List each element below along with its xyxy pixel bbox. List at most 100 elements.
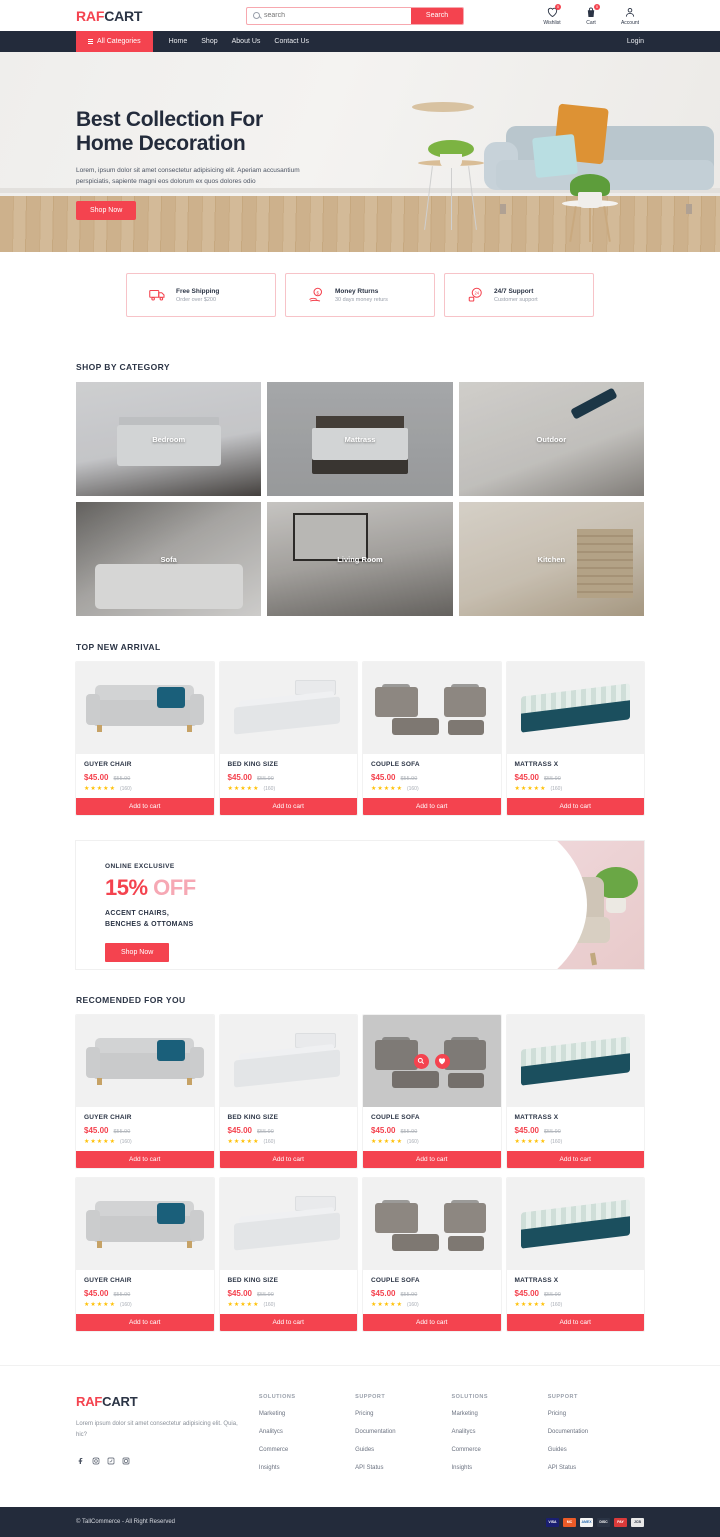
footer-link[interactable]: Insights: [451, 1465, 547, 1471]
footer-link[interactable]: Pricing: [355, 1411, 451, 1417]
product-image[interactable]: [363, 1015, 501, 1107]
facebook-icon[interactable]: [76, 1457, 85, 1466]
top-header: RAFCART Search 0 Wishlist 0: [0, 0, 720, 31]
product-rating: ★ ★ ★ ★ ★ (160): [515, 1139, 637, 1145]
product-card[interactable]: MATTRASS X $45.00 $55.90 ★ ★ ★ ★ ★ (160) Add to c…: [506, 1015, 644, 1168]
star-icon: ★: [227, 1302, 233, 1308]
product-image[interactable]: [363, 1178, 501, 1270]
product-image[interactable]: [219, 1178, 357, 1270]
search-field[interactable]: [247, 8, 411, 24]
add-to-cart-button[interactable]: Add to cart: [76, 1151, 214, 1168]
add-to-cart-button[interactable]: Add to cart: [76, 798, 214, 815]
footer-link[interactable]: Pricing: [548, 1411, 644, 1417]
payment-card-icon: DISC: [597, 1517, 610, 1527]
star-icon: ★: [233, 1139, 240, 1145]
wishlist-link[interactable]: 0 Wishlist: [538, 3, 566, 26]
promo-shop-now-button[interactable]: Shop Now: [105, 942, 170, 962]
star-icon: ★: [390, 786, 396, 792]
product-card[interactable]: COUPLE SOFA $45.00 $55.90 ★ ★ ★ ★ ★ (160) Add to …: [363, 1178, 501, 1331]
hero-grass-plant-decor: [570, 174, 610, 208]
footer-link[interactable]: Analitycs: [451, 1429, 547, 1435]
cart-link[interactable]: 0 Cart: [577, 3, 605, 26]
star-icon: ★: [253, 786, 259, 792]
star-icon: ★: [90, 1139, 96, 1145]
category-card[interactable]: Kitchen: [458, 502, 644, 616]
product-image[interactable]: [506, 662, 644, 754]
category-card[interactable]: Outdoor: [458, 382, 644, 496]
product-name: MATTRASS X: [514, 761, 559, 768]
product-name: GUYER CHAIR: [84, 1277, 132, 1284]
product-card[interactable]: MATTRASS X $45.00 $55.90 ★ ★ ★ ★ ★ (160) Add to c…: [506, 662, 644, 815]
search-input[interactable]: [264, 12, 411, 19]
feature-free-shipping: Free Shipping Order over $200: [126, 273, 276, 317]
footer-link[interactable]: Marketing: [259, 1411, 355, 1417]
product-card[interactable]: BED KING SIZE $45.00 $55.90 ★ ★ ★ ★ ★ (160) Add t…: [219, 1015, 357, 1168]
product-image[interactable]: [76, 1178, 214, 1270]
login-link[interactable]: Login: [627, 38, 644, 45]
add-to-cart-button[interactable]: Add to cart: [506, 1314, 644, 1331]
category-card[interactable]: Mattrass: [267, 382, 453, 496]
product-image[interactable]: [506, 1015, 644, 1107]
product-card[interactable]: MATTRASS X $45.00 $55.90 ★ ★ ★ ★ ★ (160) Add to c…: [506, 1178, 644, 1331]
footer-link[interactable]: Documentation: [355, 1429, 451, 1435]
category-card[interactable]: Living Room: [267, 502, 453, 616]
footer-link[interactable]: API Status: [548, 1465, 644, 1471]
nav-item-contact-us[interactable]: Contact Us: [274, 38, 309, 45]
product-image[interactable]: [76, 1015, 214, 1107]
footer-column-heading: SOLUTIONS: [451, 1394, 489, 1400]
footer-logo[interactable]: RAFCART: [76, 1394, 259, 1409]
add-to-cart-button[interactable]: Add to cart: [76, 1314, 214, 1331]
footer-link[interactable]: Guides: [355, 1447, 451, 1453]
product-card[interactable]: GUYER CHAIR $45.00 $55.90 ★ ★ ★ ★ ★ (160) Add to …: [76, 662, 214, 815]
product-price-row: $45.00 $55.90: [515, 1126, 637, 1135]
quick-view-icon[interactable]: [413, 1053, 429, 1069]
dribbble-icon[interactable]: [121, 1457, 130, 1466]
nav-item-shop[interactable]: Shop: [201, 38, 217, 45]
product-card[interactable]: GUYER CHAIR $45.00 $55.90 ★ ★ ★ ★ ★ (160) Add to …: [76, 1015, 214, 1168]
star-icon: ★: [371, 786, 377, 792]
product-image[interactable]: [363, 662, 501, 754]
category-label: Sofa: [160, 554, 177, 564]
add-to-cart-button[interactable]: Add to cart: [219, 1151, 357, 1168]
account-link[interactable]: Account: [616, 6, 644, 26]
product-card[interactable]: COUPLE SOFA $45.00 $55.90 ★ ★ ★ ★ ★ (160) Add to …: [363, 1015, 501, 1168]
nav-item-about-us[interactable]: About Us: [232, 38, 261, 45]
add-to-wishlist-icon[interactable]: [434, 1053, 450, 1069]
star-icon: ★: [520, 786, 527, 792]
add-to-cart-button[interactable]: Add to cart: [363, 798, 501, 815]
footer-link[interactable]: API Status: [355, 1465, 451, 1471]
add-to-cart-button[interactable]: Add to cart: [506, 1151, 644, 1168]
footer-link[interactable]: Documentation: [548, 1429, 644, 1435]
footer-link[interactable]: Commerce: [259, 1447, 355, 1453]
search-button[interactable]: Search: [411, 7, 463, 24]
instagram-icon[interactable]: [91, 1457, 100, 1466]
hero-shop-now-button[interactable]: Shop Now: [76, 200, 137, 220]
twitter-icon[interactable]: [106, 1457, 115, 1466]
category-card[interactable]: Sofa: [76, 502, 262, 616]
add-to-cart-button[interactable]: Add to cart: [219, 1314, 357, 1331]
brand-logo[interactable]: RAFCART: [0, 8, 180, 24]
product-image[interactable]: [219, 662, 357, 754]
footer-link[interactable]: Commerce: [451, 1447, 547, 1453]
category-card[interactable]: Bedroom: [76, 382, 262, 496]
product-card[interactable]: COUPLE SOFA $45.00 $55.90 ★ ★ ★ ★ ★ (160) Add to …: [363, 662, 501, 815]
footer-link[interactable]: Guides: [548, 1447, 644, 1453]
product-image[interactable]: [219, 1015, 357, 1107]
product-card[interactable]: GUYER CHAIR $45.00 $55.90 ★ ★ ★ ★ ★ (160) Add to …: [76, 1178, 214, 1331]
star-icon: ★: [246, 1139, 253, 1145]
footer-link[interactable]: Insights: [259, 1465, 355, 1471]
product-info: COUPLE SOFA $45.00 $55.90 ★ ★ ★ ★ ★ (160): [363, 1107, 501, 1151]
add-to-cart-button[interactable]: Add to cart: [363, 1314, 501, 1331]
product-image[interactable]: [76, 662, 214, 754]
product-card[interactable]: BED KING SIZE $45.00 $55.90 ★ ★ ★ ★ ★ (160) Add t…: [219, 662, 357, 815]
all-categories-button[interactable]: All Categories: [76, 31, 153, 52]
footer-link[interactable]: Marketing: [451, 1411, 547, 1417]
product-card[interactable]: BED KING SIZE $45.00 $55.90 ★ ★ ★ ★ ★ (160) Add t…: [219, 1178, 357, 1331]
nav-item-home[interactable]: Home: [169, 38, 188, 45]
product-image[interactable]: [506, 1178, 644, 1270]
add-to-cart-button[interactable]: Add to cart: [363, 1151, 501, 1168]
product-price-row: $45.00 $55.90: [515, 773, 637, 782]
add-to-cart-button[interactable]: Add to cart: [219, 798, 357, 815]
footer-link[interactable]: Analitycs: [259, 1429, 355, 1435]
add-to-cart-button[interactable]: Add to cart: [506, 798, 644, 815]
